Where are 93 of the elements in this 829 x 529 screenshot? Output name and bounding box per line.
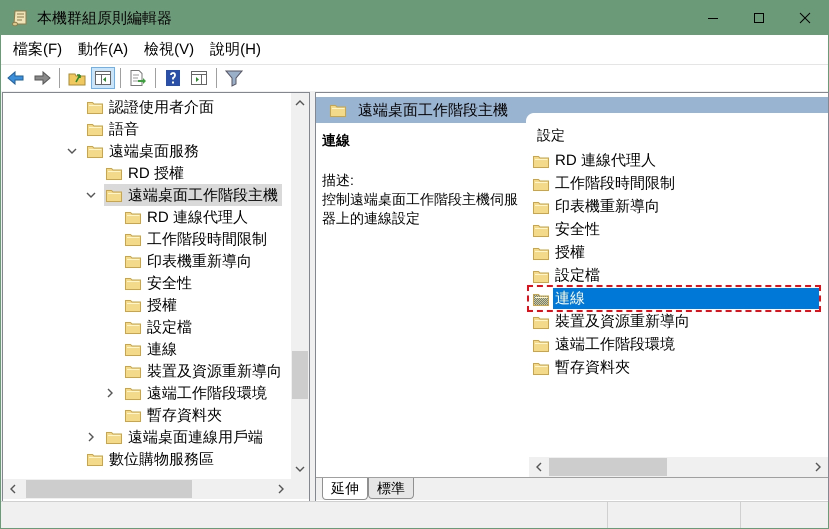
tree-item[interactable]: 安全性 — [123, 272, 196, 294]
horizontal-scrollbar[interactable] — [529, 457, 828, 477]
folder-icon — [87, 144, 103, 158]
scroll-left-icon[interactable] — [534, 462, 544, 472]
tree-item[interactable]: 印表機重新導向 — [123, 250, 256, 272]
setting-name: 連線 — [322, 131, 351, 150]
folder-icon — [533, 314, 549, 328]
tree-item[interactable]: 語音 — [85, 118, 143, 140]
folder-icon — [106, 166, 122, 180]
back-icon — [7, 69, 25, 87]
folder-icon — [125, 320, 141, 334]
description-label: 描述: — [322, 171, 355, 190]
tree-item[interactable]: 設定檔 — [123, 316, 196, 338]
tree-item[interactable]: 認證使用者介面 — [85, 96, 218, 118]
menu-item[interactable]: 動作(A) — [70, 40, 136, 59]
column-header[interactable]: 設定 — [537, 127, 565, 145]
folder-icon — [330, 103, 346, 117]
folder-icon — [125, 232, 141, 246]
tree-item[interactable]: 工作階段時間限制 — [123, 228, 271, 250]
list-item[interactable]: 暫存資料夾 — [529, 356, 819, 379]
folder-icon — [125, 210, 141, 224]
list-item[interactable]: 安全性 — [529, 218, 819, 241]
chevron-icon[interactable] — [86, 432, 96, 442]
scroll-thumb[interactable] — [549, 458, 667, 476]
maximize-icon — [753, 12, 765, 24]
tree-item[interactable]: 遠端工作階段環境 — [123, 382, 271, 404]
chevron-icon[interactable] — [86, 190, 96, 200]
tree-item[interactable]: 裝置及資源重新導向 — [123, 360, 286, 382]
view-tab[interactable]: 標準 — [368, 478, 414, 499]
scroll-up-icon[interactable] — [295, 98, 305, 108]
folder-icon — [125, 408, 141, 422]
folder-icon — [533, 222, 549, 236]
scroll-icon — [11, 9, 29, 27]
chevron-icon[interactable] — [67, 146, 77, 156]
list-item[interactable]: 裝置及資源重新導向 — [529, 310, 819, 333]
folder-icon — [533, 200, 549, 214]
folder-icon — [533, 338, 549, 352]
pane-icon — [190, 69, 208, 87]
toolbar-button[interactable] — [91, 67, 115, 89]
folder-icon — [125, 276, 141, 290]
folder-icon — [125, 342, 141, 356]
list-item[interactable]: 遠端工作階段環境 — [529, 333, 819, 356]
scroll-down-icon[interactable] — [295, 464, 305, 474]
folder-icon — [87, 100, 103, 114]
tree-item[interactable]: RD 連線代理人 — [123, 206, 252, 228]
forward-icon — [33, 69, 51, 87]
list-item[interactable]: 印表機重新導向 — [529, 195, 819, 218]
export-icon — [129, 69, 147, 87]
tree-item[interactable]: 數位購物服務區 — [85, 448, 218, 470]
folder-icon — [125, 386, 141, 400]
description-text: 控制遠端桌面工作階段主機伺服器上的連線設定 — [322, 190, 519, 228]
menu-item[interactable]: 說明(H) — [202, 40, 269, 59]
folder-icon — [533, 360, 549, 374]
tree-item[interactable]: RD 授權 — [104, 162, 188, 184]
folder-icon — [533, 292, 549, 306]
scroll-thumb[interactable] — [26, 480, 192, 498]
header-title: 遠端桌面工作階段主機 — [358, 100, 508, 120]
folder-icon — [87, 122, 103, 136]
chevron-icon[interactable] — [105, 388, 115, 398]
tree-item[interactable]: 遠端桌面工作階段主機 — [104, 184, 282, 206]
list-item[interactable]: 工作階段時間限制 — [529, 172, 819, 195]
scroll-left-icon[interactable] — [8, 484, 18, 494]
list-item[interactable]: 設定檔 — [529, 264, 819, 287]
tree-item[interactable]: 授權 — [123, 294, 181, 316]
help-icon — [164, 69, 182, 87]
horizontal-scrollbar[interactable] — [3, 479, 291, 499]
folder-icon — [533, 154, 549, 168]
list-item[interactable]: 授權 — [529, 241, 819, 264]
tree-item[interactable]: 遠端桌面連線用戶端 — [104, 426, 267, 448]
folder-icon — [106, 188, 122, 202]
vertical-scrollbar[interactable] — [291, 93, 309, 479]
pane-icon — [94, 69, 112, 87]
scroll-right-icon[interactable] — [276, 484, 286, 494]
folder-icon — [533, 246, 549, 260]
view-tab[interactable]: 延伸 — [322, 478, 368, 500]
menu-item[interactable]: 檔案(F) — [5, 40, 70, 59]
close-icon — [799, 12, 811, 24]
window-title: 本機群組原則編輯器 — [37, 8, 172, 28]
menu-item[interactable]: 檢視(V) — [136, 40, 202, 59]
folder-icon — [106, 430, 122, 444]
folder-icon — [87, 452, 103, 466]
folder-icon — [533, 268, 549, 282]
scroll-right-icon[interactable] — [813, 462, 823, 472]
list-item[interactable]: RD 連線代理人 — [529, 149, 819, 172]
filter-icon — [225, 69, 243, 87]
tree-item[interactable]: 遠端桌面服務 — [85, 140, 203, 162]
scroll-thumb[interactable] — [292, 351, 308, 399]
tree-item[interactable]: 暫存資料夾 — [123, 404, 226, 426]
tree-item[interactable]: 連線 — [123, 338, 181, 360]
folder-icon — [125, 254, 141, 268]
folder-icon — [125, 298, 141, 312]
folder-icon — [125, 364, 141, 378]
folder-icon — [533, 176, 549, 190]
